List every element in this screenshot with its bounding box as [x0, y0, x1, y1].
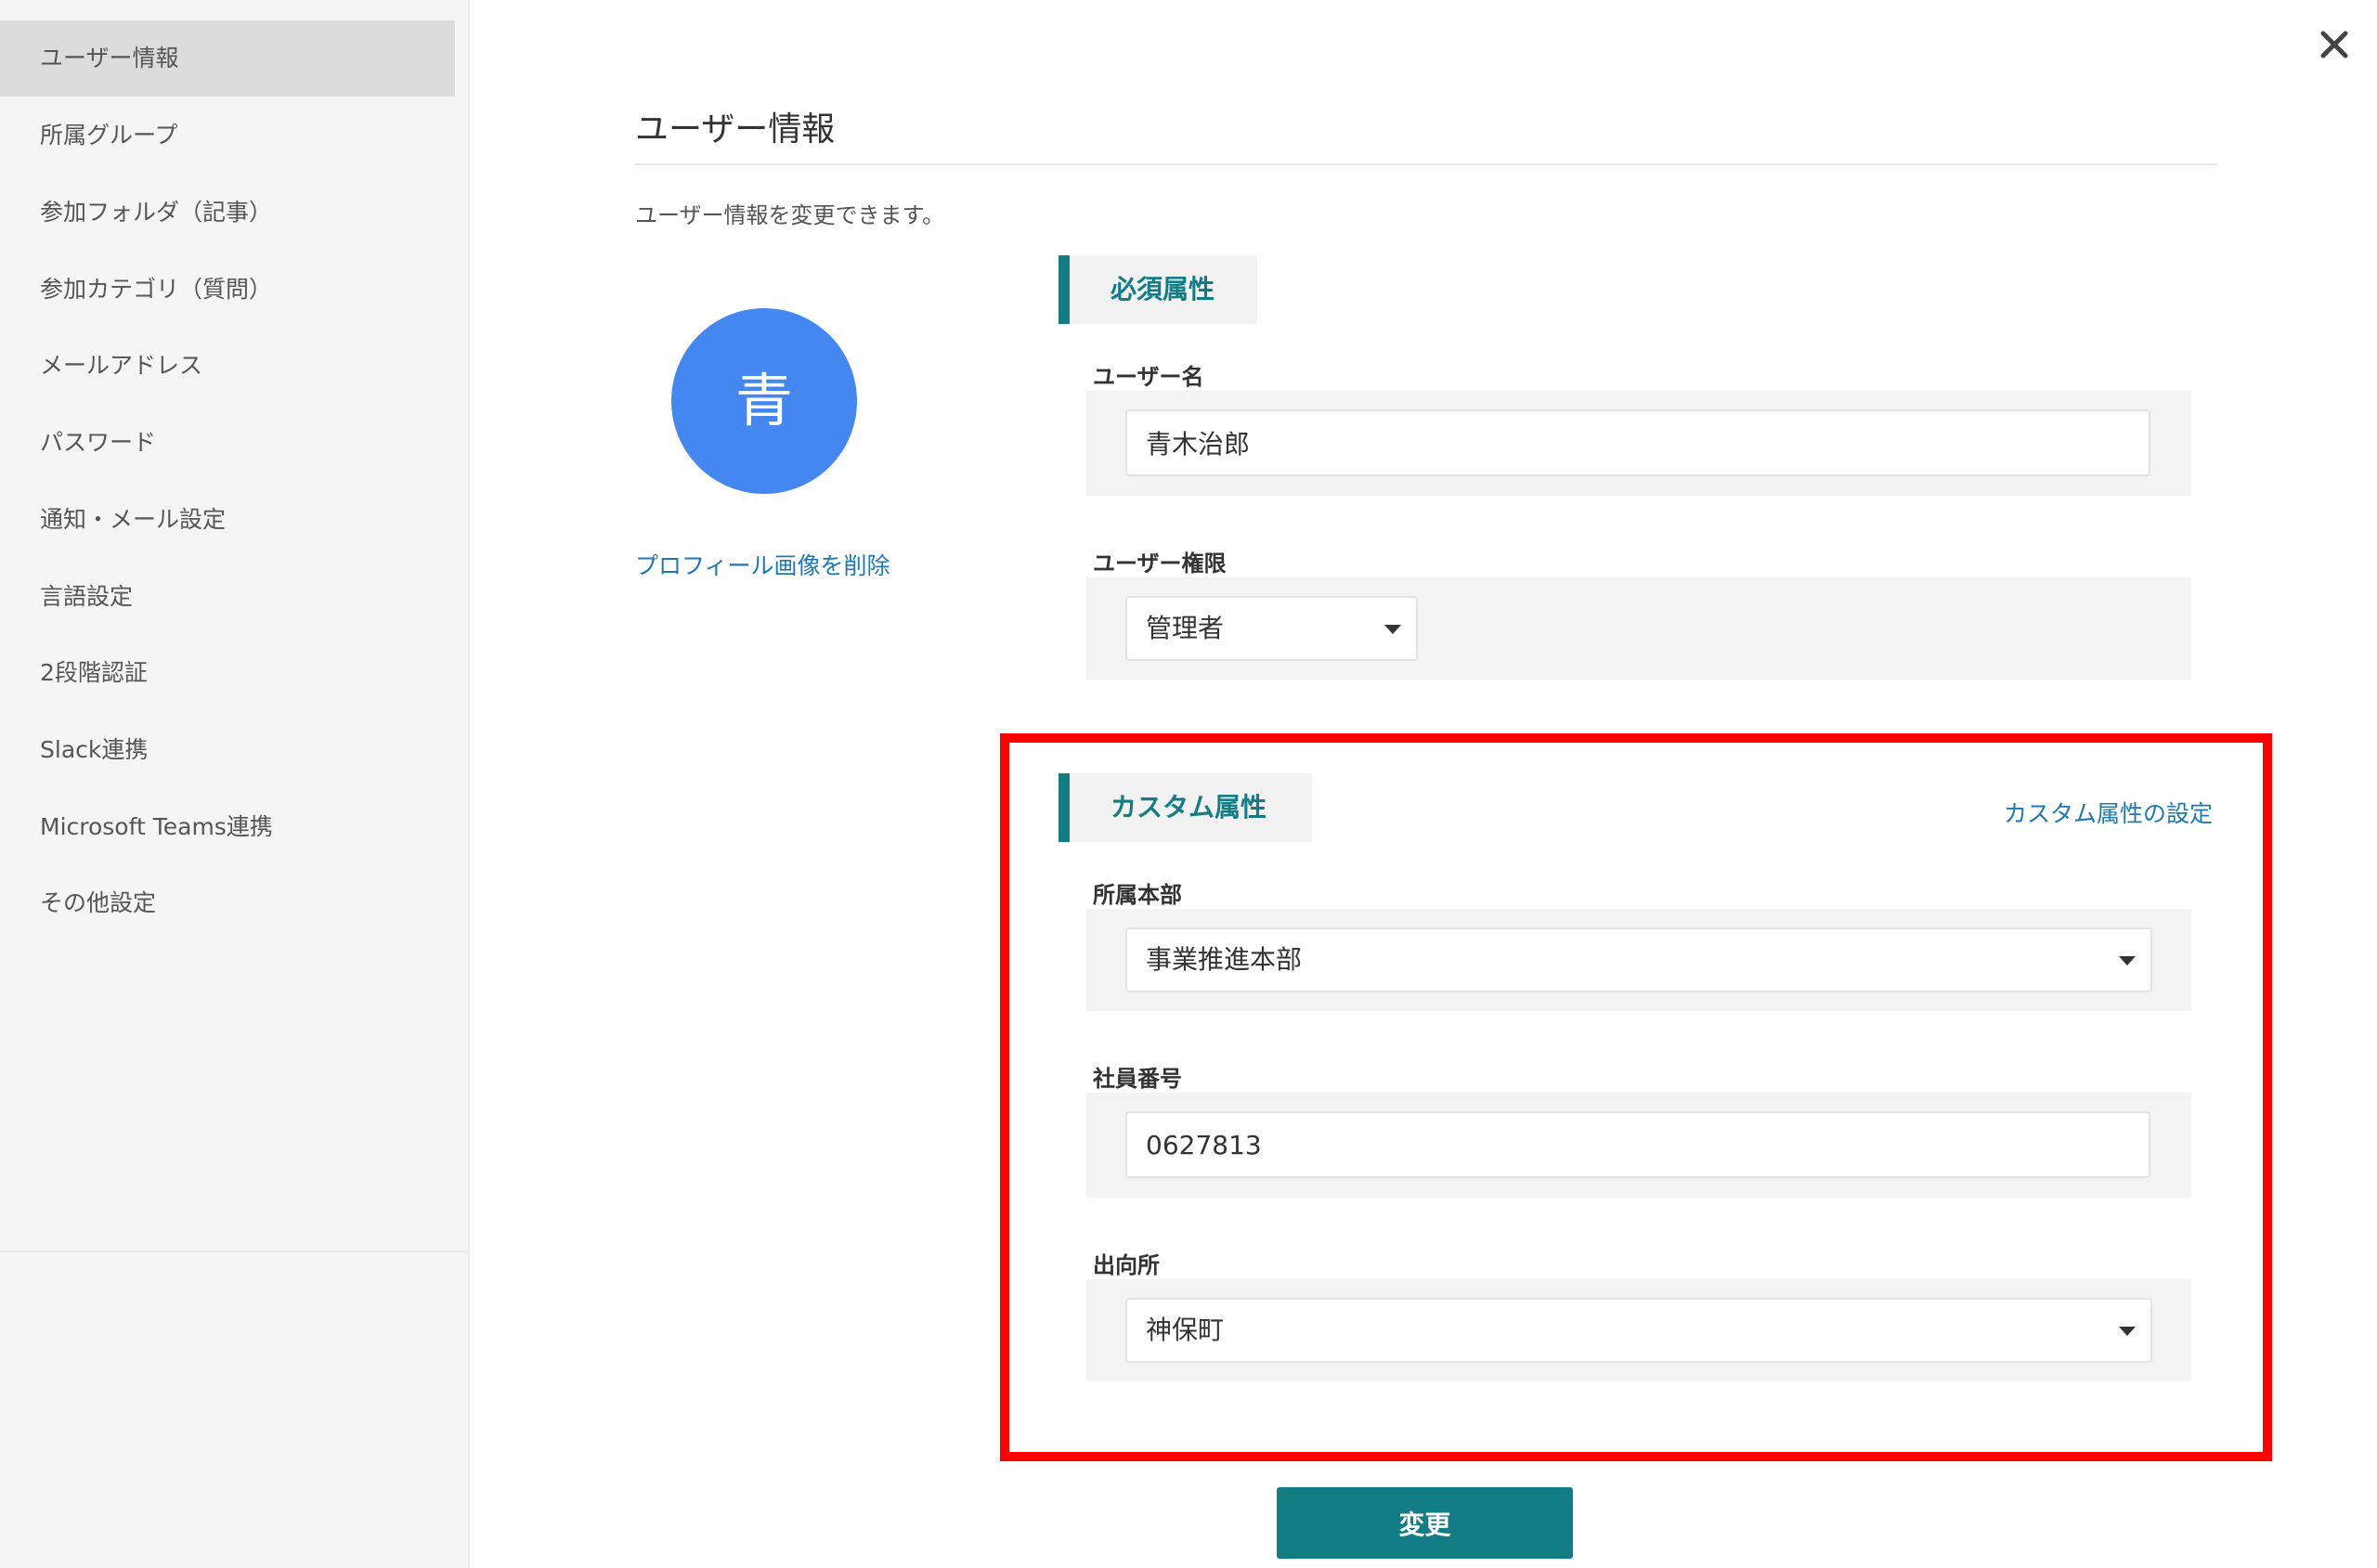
sidebar-item-categories[interactable]: 参加カテゴリ（質問）: [0, 252, 455, 328]
role-panel: 管理者: [1086, 577, 2191, 680]
close-icon[interactable]: [2316, 26, 2353, 63]
sidebar-item-language[interactable]: 言語設定: [0, 559, 455, 635]
sidebar-item-password[interactable]: パスワード: [0, 405, 455, 481]
username-panel: [1086, 391, 2191, 496]
sidebar-item-email[interactable]: メールアドレス: [0, 328, 455, 404]
submit-button[interactable]: 変更: [1277, 1487, 1573, 1559]
username-label: ユーザー名: [1093, 364, 1204, 390]
chevron-down-icon: [1384, 625, 1401, 634]
role-label: ユーザー権限: [1093, 551, 1227, 577]
sidebar-item-user-info[interactable]: ユーザー情報: [0, 20, 455, 97]
sidebar-item-folders[interactable]: 参加フォルダ（記事）: [0, 175, 455, 251]
highlight-annotation: [1000, 733, 2272, 1461]
sidebar-item-teams[interactable]: Microsoft Teams連携: [0, 789, 455, 865]
title-divider: [635, 163, 2217, 165]
sidebar-item-other[interactable]: その他設定: [0, 865, 455, 941]
sidebar-divider: [0, 1251, 470, 1252]
avatar: 青: [671, 308, 857, 494]
page-title: ユーザー情報: [635, 110, 836, 149]
role-select-value: 管理者: [1146, 613, 1225, 643]
settings-sidebar: ユーザー情報 所属グループ 参加フォルダ（記事） 参加カテゴリ（質問） メールア…: [0, 0, 470, 1568]
sidebar-item-two-factor[interactable]: 2段階認証: [0, 635, 455, 711]
delete-profile-image-link[interactable]: プロフィール画像を削除: [635, 548, 890, 581]
required-attributes-header: 必須属性: [1059, 255, 1257, 324]
username-input[interactable]: [1125, 409, 2150, 476]
page-description: ユーザー情報を変更できます。: [635, 202, 945, 228]
sidebar-item-notifications[interactable]: 通知・メール設定: [0, 482, 455, 558]
role-select[interactable]: 管理者: [1125, 596, 1418, 661]
sidebar-item-groups[interactable]: 所属グループ: [0, 97, 455, 174]
sidebar-item-slack[interactable]: Slack連携: [0, 712, 455, 788]
